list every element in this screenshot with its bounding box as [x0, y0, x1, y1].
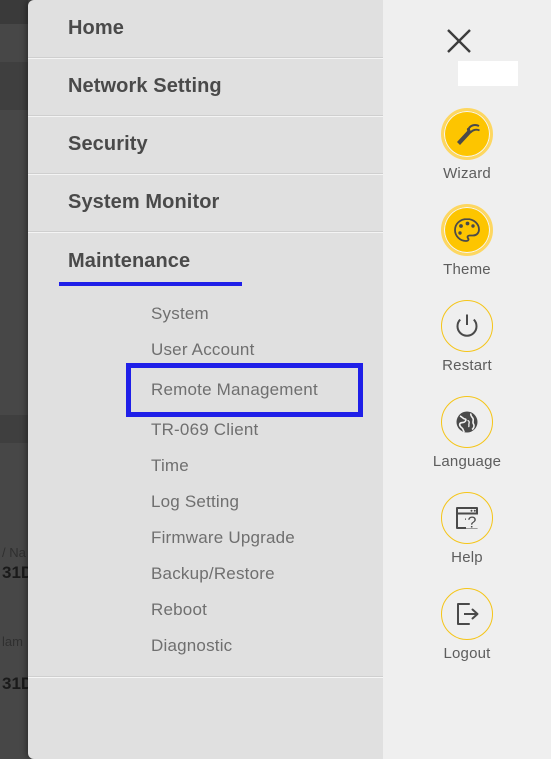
rail-item-wizard[interactable]: Wizard	[383, 108, 551, 182]
nav-item-system-monitor[interactable]: System Monitor	[28, 174, 383, 232]
submenu-item-diagnostic[interactable]: Diagnostic	[28, 628, 383, 664]
nav-item-label: Maintenance	[68, 249, 191, 272]
submenu-item-label: Backup/Restore	[151, 564, 275, 583]
submenu-item-label: Remote Management	[151, 380, 318, 399]
nav-item-label: Network Setting	[68, 75, 222, 97]
submenu-item-remote-management[interactable]: Remote Management	[126, 363, 363, 417]
backdrop-text-fragment: lam	[2, 634, 23, 649]
submenu-item-label: TR-069 Client	[151, 420, 259, 439]
power-icon	[441, 300, 493, 352]
nav-item-label: Home	[68, 17, 124, 39]
rail-item-logout[interactable]: Logout	[383, 588, 551, 662]
nav-item-security[interactable]: Security	[28, 116, 383, 174]
submenu-item-label: Time	[151, 456, 189, 475]
rail-item-theme[interactable]: Theme	[383, 204, 551, 278]
submenu-item-system[interactable]: System	[28, 296, 383, 332]
palette-icon	[441, 204, 493, 256]
svg-text:?: ?	[468, 515, 477, 532]
submenu-item-label: Reboot	[151, 600, 208, 619]
backdrop-text-fragment: / Na	[2, 545, 26, 560]
globe-icon	[441, 396, 493, 448]
submenu-item-reboot[interactable]: Reboot	[28, 592, 383, 628]
submenu-item-time[interactable]: Time	[28, 448, 383, 484]
rail-item-label: Restart	[442, 357, 492, 374]
close-icon[interactable]	[445, 27, 473, 55]
submenu-item-log-setting[interactable]: Log Setting	[28, 484, 383, 520]
nav-item-label: Security	[68, 133, 148, 155]
nav-menu: Home Network Setting Security System Mon…	[28, 0, 383, 759]
rail-item-restart[interactable]: Restart	[383, 300, 551, 374]
backdrop-band	[0, 415, 28, 443]
submenu-item-label: User Account	[151, 340, 255, 359]
help-window-icon: ? ?	[441, 492, 493, 544]
nav-item-maintenance[interactable]: Maintenance	[28, 232, 383, 290]
close-row	[383, 27, 551, 86]
rail-item-label: Wizard	[443, 165, 491, 182]
submenu-item-label: System	[151, 304, 209, 323]
nav-item-network-setting[interactable]: Network Setting	[28, 58, 383, 116]
submenu-item-backup-restore[interactable]: Backup/Restore	[28, 556, 383, 592]
submenu-item-label: Log Setting	[151, 492, 240, 511]
rail-item-label: Help	[451, 549, 483, 566]
submenu-divider	[28, 676, 383, 677]
rail-item-language[interactable]: Language	[383, 396, 551, 470]
backdrop-band	[0, 0, 28, 24]
rail-item-help[interactable]: ? ? Help	[383, 492, 551, 566]
maintenance-submenu: System User Account Remote Management TR…	[28, 290, 383, 664]
submenu-item-user-account[interactable]: User Account	[28, 332, 383, 368]
rail-item-label: Logout	[443, 645, 491, 662]
submenu-item-tr-069-client[interactable]: TR-069 Client	[28, 412, 383, 448]
backdrop-band	[0, 62, 28, 110]
rail-item-label: Language	[432, 453, 502, 470]
rail-item-label: Theme	[443, 261, 491, 278]
nav-item-label: System Monitor	[68, 191, 220, 213]
submenu-item-label: Diagnostic	[151, 636, 233, 655]
search-input[interactable]	[458, 61, 518, 86]
submenu-item-firmware-upgrade[interactable]: Firmware Upgrade	[28, 520, 383, 556]
logout-icon	[441, 588, 493, 640]
navigation-overlay: Home Network Setting Security System Mon…	[28, 0, 551, 759]
submenu-item-label: Firmware Upgrade	[151, 528, 295, 547]
nav-item-home[interactable]: Home	[28, 0, 383, 58]
action-rail: Wizard Theme Restart Language ? Help Log…	[383, 0, 551, 759]
active-indicator-underline	[59, 282, 242, 286]
magic-wand-icon	[441, 108, 493, 160]
